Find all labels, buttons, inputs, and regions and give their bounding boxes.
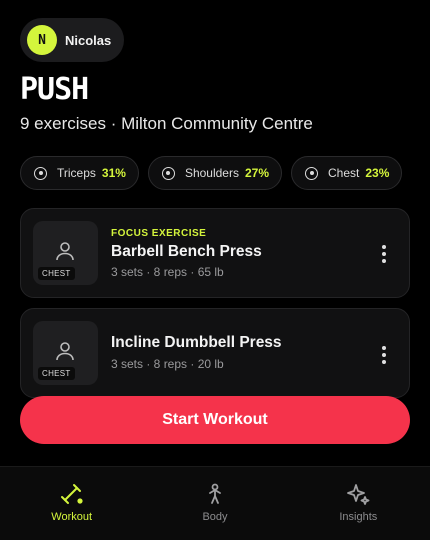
user-chip[interactable]: N Nicolas (20, 18, 124, 62)
muscle-chip-percent: 27% (244, 166, 270, 180)
avatar: N (27, 25, 57, 55)
exercise-card-focus[interactable]: CHEST FOCUS EXERCISE Barbell Bench Press… (20, 208, 410, 298)
muscle-chip-shoulders[interactable]: Shoulders 27% (147, 156, 283, 190)
workout-subtitle: 9 exercises · Milton Community Centre (20, 114, 313, 133)
sparkle-icon (347, 484, 370, 505)
exercise-card[interactable]: CHEST Incline Dumbbell Press 3 sets · 8 … (20, 308, 410, 398)
muscle-tag: CHEST (38, 267, 75, 280)
tab-label: Workout (51, 511, 93, 523)
tab-insights[interactable]: Insights (287, 467, 430, 540)
exercise-thumbnail: CHEST (33, 221, 98, 285)
target-icon (161, 166, 175, 180)
body-icon (209, 483, 221, 504)
muscle-chip-label: Triceps (57, 166, 96, 180)
muscle-chip-chest[interactable]: Chest 23% (291, 156, 403, 190)
focus-label: FOCUS EXERCISE (111, 228, 207, 239)
bottom-tab-bar: Workout Body Insights (0, 466, 430, 540)
tab-label: Insights (339, 511, 378, 523)
muscle-tag: CHEST (38, 367, 75, 380)
muscle-chip-percent: 31% (101, 166, 126, 180)
start-workout-button[interactable]: Start Workout (20, 396, 410, 444)
muscle-chip-row: Triceps 31% Shoulders 27% Chest 23% (20, 156, 403, 190)
target-icon (305, 166, 319, 180)
person-icon (56, 342, 74, 361)
tab-label: Body (202, 511, 228, 523)
tab-body[interactable]: Body (143, 467, 286, 540)
workout-title: PUSH (20, 72, 89, 107)
dumbbell-icon (60, 484, 83, 504)
more-vertical-icon[interactable] (381, 346, 387, 364)
person-icon (56, 242, 74, 261)
exercise-meta: 3 sets · 8 reps · 65 lb (111, 265, 224, 279)
more-vertical-icon[interactable] (381, 245, 387, 263)
user-name: Nicolas (65, 32, 112, 48)
muscle-chip-label: Chest (328, 166, 360, 180)
exercise-name: Barbell Bench Press (111, 243, 262, 260)
muscle-chip-label: Shoulders (184, 166, 239, 180)
exercise-thumbnail: CHEST (33, 321, 98, 385)
muscle-chip-triceps[interactable]: Triceps 31% (20, 156, 139, 190)
exercise-meta: 3 sets · 8 reps · 20 lb (111, 357, 224, 371)
tab-workout[interactable]: Workout (0, 467, 143, 540)
exercise-name: Incline Dumbbell Press (111, 334, 282, 351)
target-icon (34, 166, 47, 180)
muscle-chip-percent: 23% (365, 166, 390, 180)
